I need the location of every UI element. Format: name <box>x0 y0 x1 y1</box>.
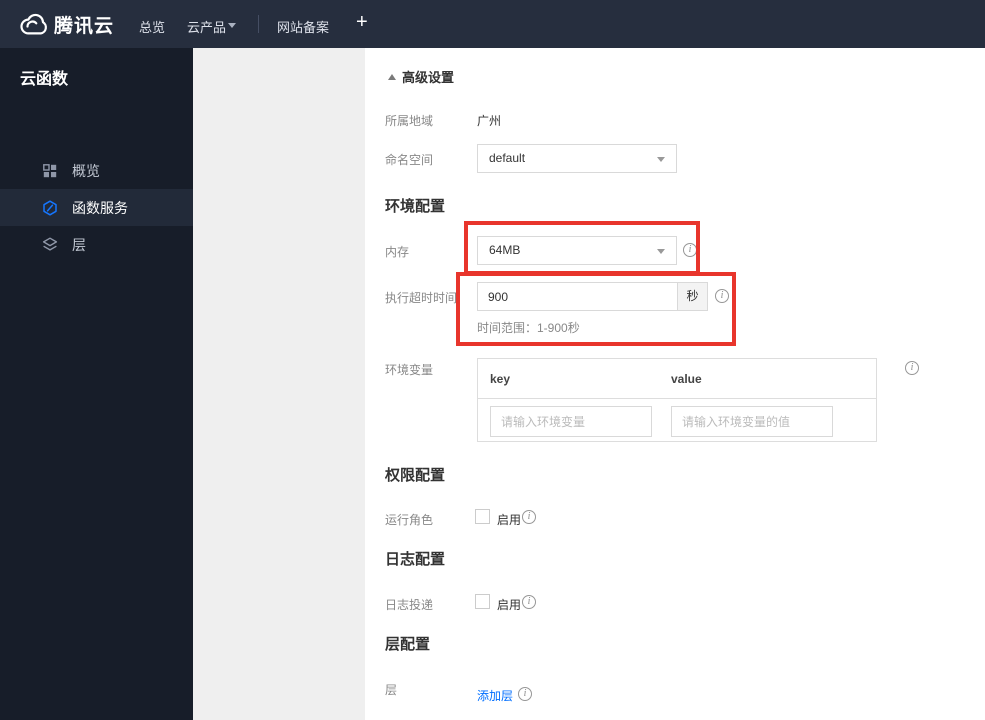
top-navbar: 腾讯云 总览 云产品 网站备案 + <box>0 0 985 48</box>
memory-select[interactable]: 64MB <box>477 236 677 265</box>
timeout-unit-suffix: 秒 <box>677 282 708 311</box>
tencent-cloud-console: 腾讯云 总览 云产品 网站备案 + 云函数 概览 函数服务 层 高级设置 所属地… <box>0 0 985 720</box>
chevron-down-icon <box>657 157 665 162</box>
run-role-info-icon[interactable] <box>522 510 536 524</box>
namespace-label: 命名空间 <box>385 153 434 167</box>
layer-label: 层 <box>385 683 398 697</box>
chevron-down-icon <box>657 249 665 254</box>
sidebar-item-layers[interactable]: 层 <box>0 226 193 263</box>
region-value: 广州 <box>477 114 502 128</box>
namespace-selected-value: default <box>489 151 526 165</box>
nav-item-cloud-products[interactable]: 云产品 <box>187 17 226 36</box>
nav-item-icp-filing[interactable]: 网站备案 <box>277 17 329 36</box>
layer-info-icon[interactable] <box>518 687 532 701</box>
add-layer-link[interactable]: 添加层 <box>477 687 513 704</box>
env-vars-table: key value <box>477 358 877 442</box>
region-label: 所属地域 <box>385 114 434 128</box>
namespace-select[interactable]: default <box>477 144 677 173</box>
memory-selected-value: 64MB <box>489 243 521 257</box>
sidebar: 云函数 概览 函数服务 层 <box>0 48 193 720</box>
timeout-input[interactable] <box>477 282 678 311</box>
env-vars-info-icon[interactable] <box>905 361 919 375</box>
section-log-config: 日志配置 <box>385 551 446 568</box>
run-role-enable-checkbox[interactable] <box>475 509 490 524</box>
scf-hexagon-icon <box>42 199 58 216</box>
cloud-icon <box>14 13 50 42</box>
triangle-up-icon <box>388 73 396 80</box>
section-layer-config: 层配置 <box>385 636 431 653</box>
nav-add-tab-button[interactable]: + <box>356 11 368 34</box>
log-delivery-label: 日志投递 <box>385 598 434 612</box>
timeout-label: 执行超时时间 <box>385 291 458 305</box>
section-permission-config: 权限配置 <box>385 467 446 484</box>
section-env-config: 环境配置 <box>385 198 446 215</box>
log-delivery-info-icon[interactable] <box>522 595 536 609</box>
tencent-cloud-logo[interactable] <box>14 10 50 38</box>
advanced-settings-toggle[interactable]: 高级设置 <box>388 67 454 86</box>
layers-icon <box>42 237 58 253</box>
env-var-value-input[interactable] <box>671 406 833 437</box>
grid-icon <box>42 163 58 179</box>
log-delivery-enable-label: 启用 <box>497 598 522 612</box>
logo-text[interactable]: 腾讯云 <box>54 11 114 38</box>
advanced-settings-label: 高级设置 <box>402 70 455 85</box>
sidebar-item-label: 层 <box>72 236 86 253</box>
run-role-label: 运行角色 <box>385 513 434 527</box>
run-role-enable-label: 启用 <box>497 513 522 527</box>
sidebar-item-function-service[interactable]: 函数服务 <box>0 189 193 226</box>
sidebar-title: 云函数 <box>20 71 69 88</box>
env-var-key-input[interactable] <box>490 406 652 437</box>
log-delivery-enable-checkbox[interactable] <box>475 594 490 609</box>
timeout-hint: 时间范围：1-900秒 <box>477 321 580 335</box>
nav-divider <box>258 15 259 33</box>
chevron-down-icon <box>228 23 236 28</box>
sidebar-item-label: 函数服务 <box>72 199 128 216</box>
table-header-divider <box>478 398 876 399</box>
sidebar-item-overview[interactable]: 概览 <box>0 152 193 189</box>
env-vars-col-value: value <box>671 372 702 386</box>
env-vars-col-key: key <box>490 372 511 386</box>
memory-info-icon[interactable] <box>683 243 697 257</box>
timeout-info-icon[interactable] <box>715 289 729 303</box>
memory-label: 内存 <box>385 245 410 259</box>
nav-item-overview[interactable]: 总览 <box>139 17 165 36</box>
env-vars-label: 环境变量 <box>385 363 434 377</box>
secondary-panel <box>193 48 365 720</box>
sidebar-item-label: 概览 <box>72 162 100 179</box>
